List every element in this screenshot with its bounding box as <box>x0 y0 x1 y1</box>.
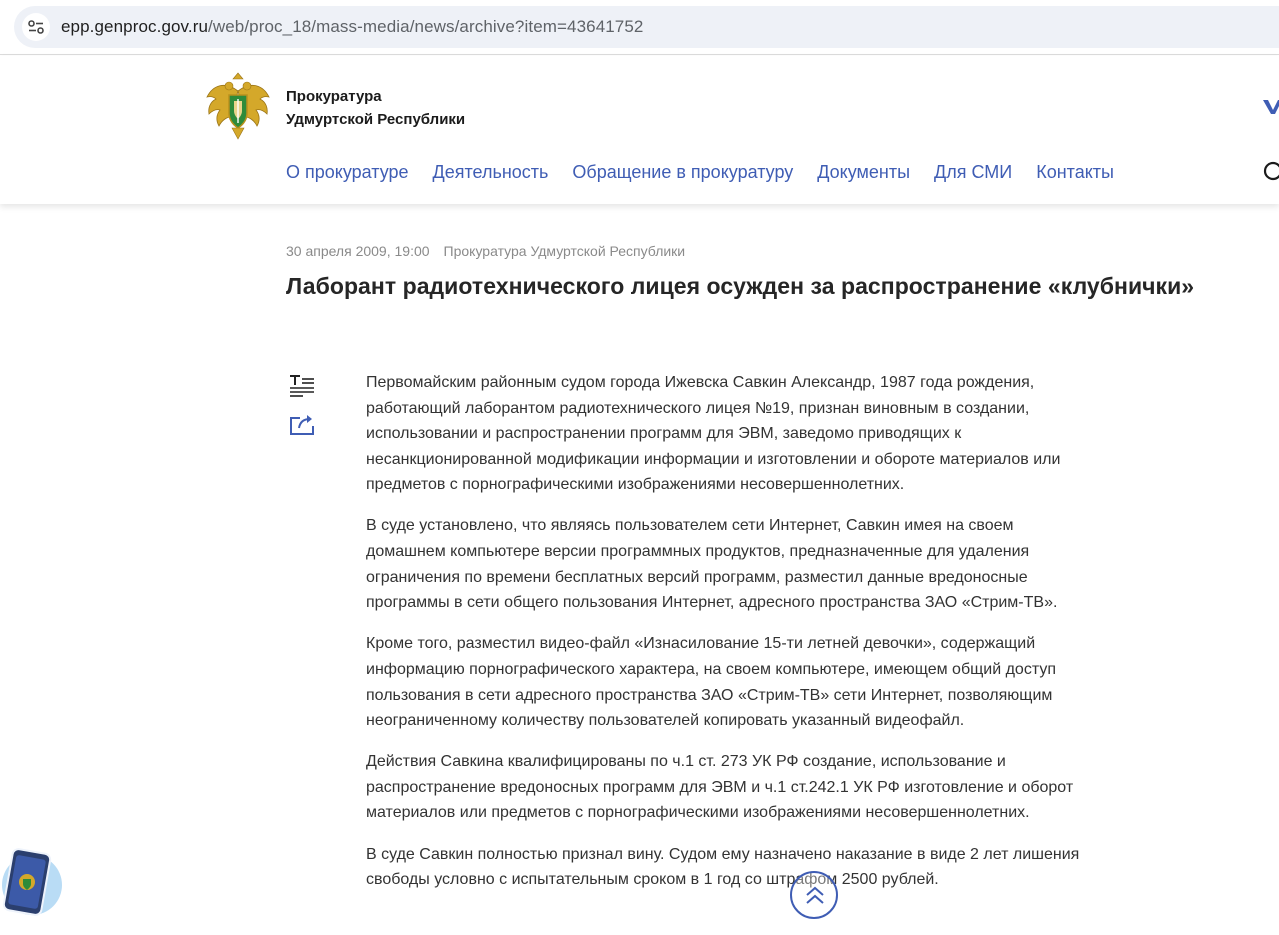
search-icon[interactable] <box>1262 160 1279 184</box>
text-size-icon[interactable] <box>289 374 315 400</box>
share-icon[interactable] <box>289 413 315 437</box>
mobile-app-icon[interactable] <box>0 847 62 917</box>
article-paragraph: Действия Савкина квалифицированы по ч.1 … <box>366 753 1074 822</box>
article-paragraph: Первомайским районным судом города Ижевс… <box>366 374 1061 494</box>
chevrons-up-icon <box>806 886 824 904</box>
nav-appeal[interactable]: Обращение в прокуратуру <box>572 162 793 183</box>
tune-icon[interactable] <box>22 13 50 41</box>
browser-toolbar: epp.genproc.gov.ru/web/proc_18/mass-medi… <box>0 0 1279 55</box>
article-source: Прокуратура Удмуртской Республики <box>443 243 686 259</box>
article-meta: 30 апреля 2009, 19:00 Прокуратура Удмуртс… <box>286 243 685 259</box>
article-paragraph: В суде Савкин полностью признал вину. Су… <box>366 845 1080 889</box>
site-header: Прокуратура Удмуртской Республики О прок… <box>0 56 1279 204</box>
nav-activity[interactable]: Деятельность <box>433 162 549 183</box>
url-path: /web/proc_18/mass-media/news/archive?ite… <box>208 17 644 36</box>
main-nav: О прокуратуре Деятельность Обращение в п… <box>286 162 1114 183</box>
nav-about[interactable]: О прокуратуре <box>286 162 409 183</box>
nav-contacts[interactable]: Контакты <box>1036 162 1114 183</box>
article-date: 30 апреля 2009, 19:00 <box>286 243 430 259</box>
scroll-top-button[interactable] <box>790 871 838 919</box>
nav-documents[interactable]: Документы <box>817 162 910 183</box>
url-text[interactable]: epp.genproc.gov.ru/web/proc_18/mass-medi… <box>61 17 643 37</box>
prosecutor-emblem[interactable] <box>205 71 271 143</box>
article-paragraph: В суде установлено, что являясь пользова… <box>366 517 1058 612</box>
org-name-line1: Прокуратура <box>286 88 382 105</box>
article-paragraph: Кроме того, разместил видео-файл «Изнаси… <box>366 635 1056 730</box>
org-name-line2: Удмуртской Республики <box>286 111 466 128</box>
org-name[interactable]: Прокуратура Удмуртской Республики <box>286 85 465 131</box>
article-body: Первомайским районным судом города Ижевс… <box>366 370 1086 908</box>
article-title: Лаборант радиотехнического лицея осужден… <box>286 273 1195 299</box>
vk-icon[interactable] <box>1262 96 1279 116</box>
address-bar[interactable]: epp.genproc.gov.ru/web/proc_18/mass-medi… <box>14 6 1279 48</box>
nav-media[interactable]: Для СМИ <box>934 162 1012 183</box>
url-host: epp.genproc.gov.ru <box>61 17 209 36</box>
